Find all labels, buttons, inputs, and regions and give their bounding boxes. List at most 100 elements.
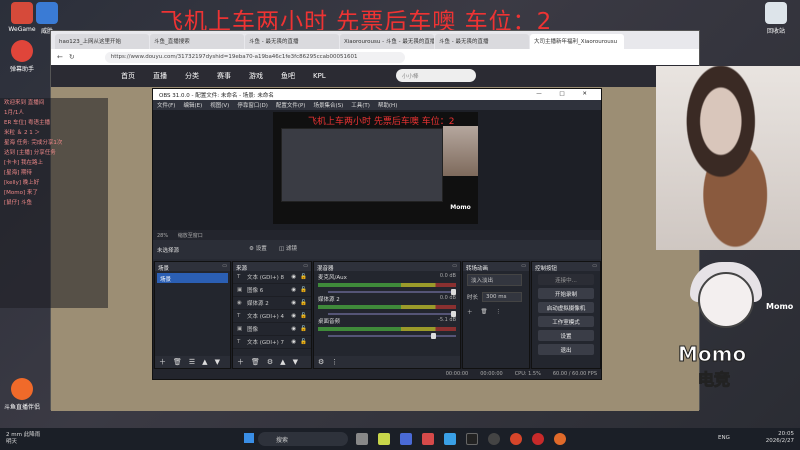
menu-scene-collection[interactable]: 场景集合(S)	[313, 101, 343, 109]
studio-mode-button[interactable]: 工作室模式	[538, 316, 594, 327]
add-icon[interactable]: ＋	[159, 357, 166, 367]
menu-icon[interactable]: ⋮	[496, 309, 502, 315]
app-icon[interactable]	[378, 433, 390, 445]
reload-icon[interactable]: ↻	[69, 53, 75, 61]
app-icon[interactable]	[466, 433, 478, 445]
start-recording-button[interactable]: 开始录制	[538, 288, 594, 299]
taskview-icon[interactable]	[356, 433, 368, 445]
browser-tab[interactable]: 斗鱼 - 最无畏的直播	[245, 34, 339, 49]
language-indicator[interactable]: ENG	[718, 435, 730, 441]
nav-item[interactable]: 鱼吧	[281, 71, 295, 81]
props-icon[interactable]: ☰	[189, 358, 195, 366]
add-icon[interactable]: ＋	[467, 308, 473, 316]
undock-icon[interactable]: ▭	[303, 263, 308, 269]
undock-icon[interactable]: ▭	[452, 263, 457, 269]
zoom-level[interactable]: 28%	[157, 233, 168, 239]
obs-icon[interactable]	[488, 433, 500, 445]
lock-icon[interactable]: 🔓	[300, 326, 307, 332]
gear-icon[interactable]: ⚙	[267, 358, 273, 366]
lock-icon[interactable]: 🔓	[300, 274, 307, 280]
transition-select[interactable]: 淡入淡出	[467, 274, 522, 286]
edge-icon[interactable]	[444, 433, 456, 445]
program-preview[interactable]: 飞机上车两小时 先票后车噢 车位：2 Momo	[273, 112, 478, 224]
start-streaming-button[interactable]: 连接中...	[538, 274, 594, 285]
zoom-mode[interactable]: 缩放至窗口	[178, 233, 203, 239]
up-icon[interactable]: ▲	[280, 358, 285, 366]
menu-file[interactable]: 文件(F)	[157, 101, 175, 109]
source-item[interactable]: ▣ 图像 6 ◉ 🔓	[233, 284, 311, 297]
nav-item[interactable]: 直播	[153, 71, 167, 81]
undock-icon[interactable]: ▭	[222, 263, 227, 269]
filters-button[interactable]: ◫ 滤镜	[279, 244, 297, 252]
browser-tab[interactable]: hao123_上网从这里开始	[55, 34, 149, 49]
down-icon[interactable]: ▼	[293, 358, 298, 366]
source-item[interactable]: ▣ 图像 ◉ 🔓	[233, 323, 311, 336]
source-item[interactable]: T 文本 (GDI+) 8 ◉ 🔓	[233, 271, 311, 284]
app-icon[interactable]	[422, 433, 434, 445]
url-input[interactable]: https://www.douyu.com/31732197dyshid=19e…	[104, 51, 405, 63]
lock-icon[interactable]: 🔓	[300, 300, 307, 306]
clock[interactable]: 20:05 2026/2/27	[766, 431, 794, 445]
lock-icon[interactable]: 🔓	[300, 287, 307, 293]
browser-tab[interactable]: Xiaorourousu - 斗鱼 - 最无畏的直播	[340, 34, 434, 49]
eye-icon[interactable]: ◉	[291, 313, 296, 319]
douyu-icon[interactable]	[554, 433, 566, 445]
eye-icon[interactable]: ◉	[291, 274, 296, 280]
volume-meter	[318, 305, 456, 309]
back-icon[interactable]: ←	[57, 53, 63, 61]
menu-tools[interactable]: 工具(T)	[351, 101, 370, 109]
virtual-camera-button[interactable]: 启动虚拟摄像机	[538, 302, 594, 313]
lock-icon[interactable]: 🔓	[300, 339, 307, 345]
source-item[interactable]: T 文本 (GDI+) 4 ◉ 🔓	[233, 310, 311, 323]
menu-help[interactable]: 帮助(H)	[378, 101, 397, 109]
trash-icon[interactable]: 🗑	[481, 309, 488, 315]
desktop-icon-danmu[interactable]: 弹幕助手	[2, 40, 42, 73]
slider-knob[interactable]	[431, 333, 436, 339]
taskbar-search[interactable]: 搜索	[258, 432, 348, 446]
add-icon[interactable]: ＋	[237, 357, 244, 367]
eye-icon[interactable]: ◉	[291, 326, 296, 332]
menu-view[interactable]: 视图(V)	[210, 101, 229, 109]
windows-start-icon[interactable]	[244, 433, 254, 443]
nav-item[interactable]: 首页	[121, 71, 135, 81]
undock-icon[interactable]: ▭	[521, 263, 526, 269]
down-icon[interactable]: ▼	[215, 358, 220, 366]
menu-profile[interactable]: 配置文件(P)	[276, 101, 306, 109]
source-item[interactable]: T 文本 (GDI+) 7 ◉ 🔓	[233, 336, 311, 349]
desktop-icon-douyu[interactable]: 斗鱼直播伴侣	[2, 378, 42, 411]
weather-widget[interactable]: 2 mm 此降雨 明天	[6, 432, 40, 446]
eye-icon[interactable]: ◉	[291, 287, 296, 293]
trash-icon[interactable]: 🗑	[173, 358, 182, 366]
browser-tab[interactable]: 斗鱼 - 最无畏的直播	[435, 34, 529, 49]
settings-button[interactable]: ⚙ 设置	[249, 244, 267, 252]
app-icon[interactable]	[510, 433, 522, 445]
eye-icon[interactable]: ◉	[291, 300, 296, 306]
nav-item[interactable]: 游戏	[249, 71, 263, 81]
nav-item[interactable]: 分类	[185, 71, 199, 81]
duration-input[interactable]: 300 ms	[482, 292, 523, 302]
preview-nested-screen	[281, 128, 443, 202]
settings-icon[interactable]: ⚙	[318, 358, 324, 366]
browser-tab[interactable]: 斗鱼_直播搜索	[150, 34, 244, 49]
desktop-icon-recycle-bin[interactable]: 回收站	[756, 2, 796, 35]
menu-icon[interactable]: ⋮	[331, 358, 338, 366]
douyu-search-input[interactable]: 小小棒	[396, 69, 476, 82]
nav-item[interactable]: 赛事	[217, 71, 231, 81]
app-icon[interactable]	[400, 433, 412, 445]
volume-slider[interactable]	[328, 333, 456, 339]
trash-icon[interactable]: 🗑	[251, 358, 260, 366]
settings-button[interactable]: 设置	[538, 330, 594, 341]
menu-edit[interactable]: 编辑(E)	[183, 101, 202, 109]
exit-button[interactable]: 退出	[538, 344, 594, 355]
lock-icon[interactable]: 🔓	[300, 313, 307, 319]
window-controls[interactable]: — □ ✕	[536, 91, 595, 98]
nav-item[interactable]: KPL	[313, 72, 326, 80]
undock-icon[interactable]: ▭	[592, 263, 597, 269]
scene-item[interactable]: 场景	[157, 273, 228, 283]
browser-tab-active[interactable]: 大司主播新年福利_Xiaorourousu	[530, 34, 624, 49]
menu-docks[interactable]: 停靠窗口(D)	[237, 101, 268, 109]
source-item[interactable]: ◉ 媒体源 2 ◉ 🔓	[233, 297, 311, 310]
app-icon[interactable]	[532, 433, 544, 445]
eye-icon[interactable]: ◉	[291, 339, 296, 345]
up-icon[interactable]: ▲	[202, 358, 207, 366]
